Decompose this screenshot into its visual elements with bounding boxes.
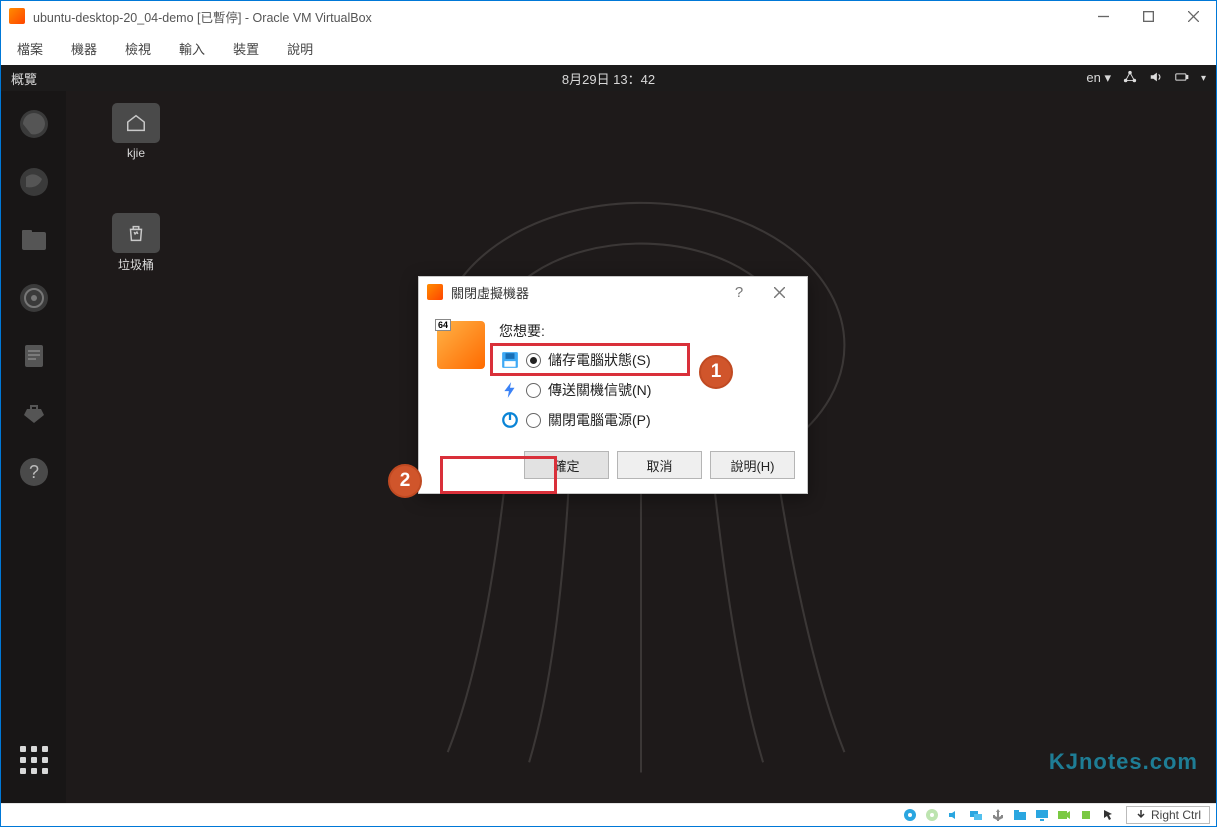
guest-viewport: 概覽 8月29日 13：42 en ▾ ▾ ? xyxy=(1,65,1216,803)
clock[interactable]: 8月29日 13：42 xyxy=(562,69,655,88)
minimize-button[interactable] xyxy=(1081,1,1126,31)
dialog-title: 關閉虛擬機器 xyxy=(451,283,529,302)
option-power-off[interactable]: 關閉電腦電源(P) xyxy=(499,405,789,435)
dock-software-icon[interactable] xyxy=(11,391,57,437)
help-button[interactable]: 說明(H) xyxy=(710,451,795,479)
system-menu-chevron[interactable]: ▾ xyxy=(1201,73,1206,84)
window-titlebar: ubuntu-desktop-20_04-demo [已暫停] - Oracle… xyxy=(1,1,1216,31)
option-acpi-shutdown[interactable]: 傳送關機信號(N) xyxy=(499,375,789,405)
status-usb-icon[interactable] xyxy=(990,807,1006,823)
window-title: ubuntu-desktop-20_04-demo [已暫停] - Oracle… xyxy=(33,7,1081,26)
bolt-icon xyxy=(501,381,519,399)
dock-help-icon[interactable]: ? xyxy=(11,449,57,495)
menubar: 檔案 機器 檢視 輸入 裝置 說明 xyxy=(1,31,1216,65)
menu-file[interactable]: 檔案 xyxy=(17,39,43,58)
dock-firefox-icon[interactable] xyxy=(11,101,57,147)
power-icon xyxy=(501,411,519,429)
option-label: 儲存電腦狀態(S) xyxy=(548,350,651,370)
desktop-icon-label: kjie xyxy=(96,146,176,160)
svg-text:?: ? xyxy=(28,462,38,482)
option-label: 關閉電腦電源(P) xyxy=(548,410,651,430)
annotation-badge-1: 1 xyxy=(699,355,733,389)
dock-files-icon[interactable] xyxy=(11,217,57,263)
desktop-icon-label: 垃圾桶 xyxy=(96,256,176,273)
ok-button[interactable]: 確定 xyxy=(524,451,609,479)
menu-view[interactable]: 檢視 xyxy=(125,39,151,58)
arch-badge: 64 xyxy=(435,319,451,331)
menu-input[interactable]: 輸入 xyxy=(179,39,205,58)
dock-rhythmbox-icon[interactable] xyxy=(11,275,57,321)
maximize-button[interactable] xyxy=(1126,1,1171,31)
ubuntu-top-bar: 概覽 8月29日 13：42 en ▾ ▾ xyxy=(1,65,1216,91)
virtualbox-statusbar: Right Ctrl xyxy=(1,803,1216,826)
dock-thunderbird-icon[interactable] xyxy=(11,159,57,205)
virtualbox-icon xyxy=(9,8,25,24)
activities-button[interactable]: 概覽 xyxy=(11,69,37,88)
volume-icon[interactable] xyxy=(1149,70,1163,87)
menu-devices[interactable]: 裝置 xyxy=(233,39,259,58)
radio-icon xyxy=(526,413,541,428)
annotation-badge-2: 2 xyxy=(388,464,422,498)
status-display-icon[interactable] xyxy=(1034,807,1050,823)
desktop-trash[interactable]: 垃圾桶 xyxy=(96,213,176,273)
dialog-close-button[interactable] xyxy=(759,277,799,307)
status-mouse-icon[interactable] xyxy=(1100,807,1116,823)
menu-help[interactable]: 說明 xyxy=(287,39,313,58)
status-shared-folders-icon[interactable] xyxy=(1012,807,1028,823)
status-hdd-icon[interactable] xyxy=(902,807,918,823)
dialog-vm-icon: 64 xyxy=(437,321,485,369)
option-save-state[interactable]: 儲存電腦狀態(S) xyxy=(499,345,789,375)
desktop-home-folder[interactable]: kjie xyxy=(96,103,176,160)
menu-machine[interactable]: 機器 xyxy=(71,39,97,58)
virtualbox-icon xyxy=(427,284,443,300)
input-language[interactable]: en ▾ xyxy=(1086,70,1111,86)
host-key-indicator[interactable]: Right Ctrl xyxy=(1126,806,1210,824)
radio-icon xyxy=(526,383,541,398)
dialog-button-row: 確定 取消 說明(H) xyxy=(419,443,807,493)
dock-show-apps-button[interactable] xyxy=(11,737,57,783)
dock-writer-icon[interactable] xyxy=(11,333,57,379)
status-optical-icon[interactable] xyxy=(924,807,940,823)
cancel-button[interactable]: 取消 xyxy=(617,451,702,479)
dialog-help-button[interactable]: ? xyxy=(719,277,759,307)
ubuntu-dock: ? xyxy=(1,91,66,803)
status-audio-icon[interactable] xyxy=(946,807,962,823)
status-cpu-icon[interactable] xyxy=(1078,807,1094,823)
battery-icon[interactable] xyxy=(1175,70,1189,87)
virtualbox-window: ubuntu-desktop-20_04-demo [已暫停] - Oracle… xyxy=(0,0,1217,827)
status-network-icon[interactable] xyxy=(968,807,984,823)
dialog-prompt: 您想要: xyxy=(499,321,789,341)
disk-icon xyxy=(501,351,519,369)
option-label: 傳送關機信號(N) xyxy=(548,380,651,400)
network-icon[interactable] xyxy=(1123,70,1137,87)
status-recording-icon[interactable] xyxy=(1056,807,1072,823)
close-vm-dialog: 關閉虛擬機器 ? 64 您想要: 儲存電腦狀態(S) xyxy=(418,276,808,494)
radio-icon xyxy=(526,353,541,368)
close-button[interactable] xyxy=(1171,1,1216,31)
dialog-titlebar: 關閉虛擬機器 ? xyxy=(419,277,807,307)
